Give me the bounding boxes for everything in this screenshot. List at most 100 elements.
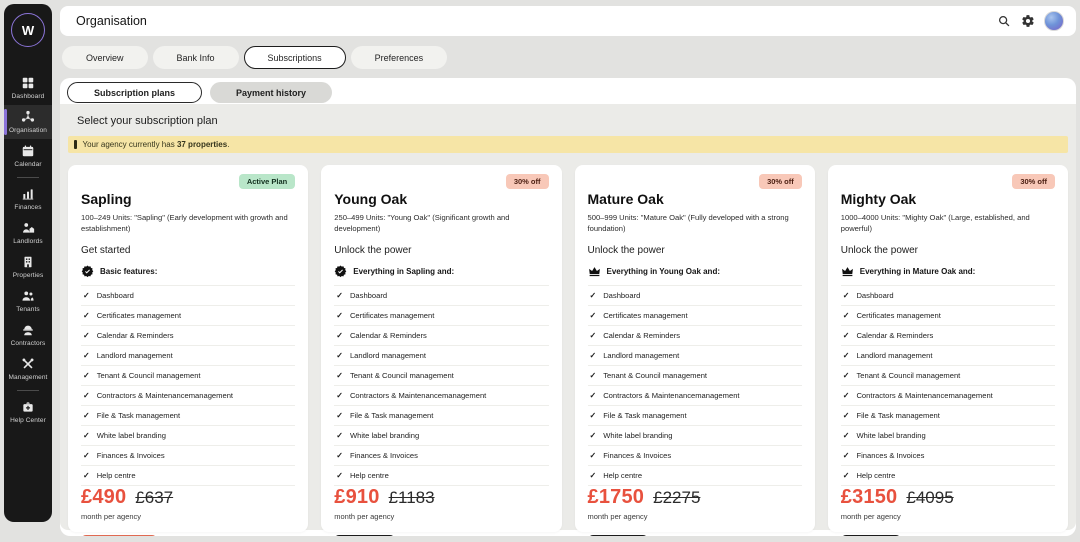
feature-item: ✓White label branding [81,425,295,445]
properties-icon [21,255,35,269]
check-icon: ✓ [83,291,90,300]
feature-label: Contractors & Maintenancemanagement [603,391,739,400]
sidebar-item-properties[interactable]: Properties [4,250,52,284]
check-icon: ✓ [590,391,597,400]
page-header: Organisation [60,6,1076,36]
app-logo[interactable]: W [11,13,45,47]
feature-item: ✓Dashboard [841,285,1055,305]
feature-item: ✓ White label branding [588,425,802,445]
sidebar-item-organisation[interactable]: Organisation [4,105,52,139]
feature-item: ✓Certificates management [81,305,295,325]
plan-description: 250–499 Units: "Young Oak" (Significant … [334,213,548,234]
feature-label: Help centre [97,471,136,480]
plan-price-period: month per agency [841,512,1055,521]
feature-label: Dashboard [603,291,640,300]
upgrade-button[interactable]: Upgrade [841,535,901,536]
check-icon: ✓ [843,311,850,320]
landlords-icon [21,221,35,235]
calendar-icon [21,144,35,158]
plan-price: £1750 [588,486,645,509]
sidebar-item-label: Management [9,374,48,381]
plan-tagline: Unlock the power [841,245,1055,256]
feature-item: ✓White label branding [334,425,548,445]
plan-tagline: Get started [81,245,295,256]
subtab-payment-history[interactable]: Payment history [210,82,332,103]
tab-bank-info[interactable]: Bank Info [153,46,239,69]
header-actions [996,11,1064,31]
sidebar-item-landlords[interactable]: Landlords [4,216,52,250]
sidebar-divider [17,177,39,178]
check-icon: ✓ [336,471,343,480]
check-icon: ✓ [336,451,343,460]
upgrade-button[interactable]: Upgrade [334,535,394,536]
help-center-icon [21,400,35,414]
sidebar-item-calendar[interactable]: Calendar [4,139,52,173]
subtab-subscription-plans[interactable]: Subscription plans [67,82,202,103]
properties-notice: Your agency currently has 37 properties. [68,136,1068,153]
plan-feature-list: ✓Dashboard✓Certificates management✓Calen… [334,285,548,486]
feature-label: Contractors & Maintenancemanagement [856,391,992,400]
tab-subscriptions[interactable]: Subscriptions [244,46,346,69]
feature-label: Tenant & Council management [603,371,707,380]
tab-overview[interactable]: Overview [62,46,148,69]
plan-feature-list: ✓Dashboard✓Certificates management✓Calen… [81,285,295,486]
page-title: Organisation [76,14,147,28]
plan-description: 1000–4000 Units: "Mighty Oak" (Large, es… [841,213,1055,234]
gear-icon[interactable] [1020,14,1035,29]
tab-preferences[interactable]: Preferences [351,46,448,69]
sidebar-item-tenants[interactable]: Tenants [4,284,52,318]
check-icon: ✓ [336,311,343,320]
check-icon: ✓ [843,431,850,440]
feature-item: ✓White label branding [841,425,1055,445]
feature-label: File & Task management [603,411,686,420]
sidebar-item-contractors[interactable]: Contractors [4,318,52,352]
check-icon: ✓ [83,431,90,440]
upgrade-button[interactable]: Upgrade [588,535,648,536]
cancel-plan-button[interactable]: Cancel plan [81,535,157,536]
check-icon: ✓ [843,371,850,380]
check-icon: ✓ [83,411,90,420]
feature-item: ✓Contractors & Maintenancemanagement [841,385,1055,405]
check-icon: ✓ [336,371,343,380]
feature-item: ✓Calendar & Reminders [81,325,295,345]
sidebar-divider [17,390,39,391]
plan-old-price: £4095 [906,488,953,508]
sidebar-item-help-center[interactable]: Help Center [4,395,52,429]
sidebar-item-label: Calendar [14,161,41,168]
search-icon[interactable] [996,14,1011,29]
crown-icon [841,265,854,278]
feature-item: ✓Finances & Invoices [841,445,1055,465]
discount-badge: 30% off [759,174,802,189]
feature-label: Help centre [603,471,642,480]
check-icon: ✓ [83,471,90,480]
plan-feature-header: Everything in Mature Oak and: [841,265,1055,278]
plan-old-price: £1183 [389,488,435,508]
feature-label: White label branding [603,431,672,440]
active-plan-badge: Active Plan [239,174,295,189]
sidebar-item-label: Properties [13,272,44,279]
check-icon: ✓ [843,351,850,360]
user-avatar[interactable] [1044,11,1064,31]
plan-tagline: Unlock the power [334,245,548,256]
plan-feature-header: Everything in Sapling and: [334,265,548,278]
sidebar-item-dashboard[interactable]: Dashboard [4,71,52,105]
feature-label: Calendar & Reminders [856,331,933,340]
plan-card-young-oak: 30% off Young Oak 250–499 Units: "Young … [321,165,561,532]
feature-item: ✓File & Task management [81,405,295,425]
check-icon: ✓ [590,331,597,340]
sidebar-item-management[interactable]: Management [4,352,52,386]
plan-card-mature-oak: 30% off Mature Oak 500–999 Units: "Matur… [575,165,815,532]
feature-item: ✓Dashboard [588,285,802,305]
feature-item: ✓Landlord management [588,345,802,365]
sidebar-item-label: Organisation [9,127,47,134]
seal-check-icon [81,265,94,278]
subtab-bar: Subscription plans Payment history [60,78,1076,104]
sidebar-item-finances[interactable]: Finances [4,182,52,216]
finances-icon [21,187,35,201]
contractors-icon [21,323,35,337]
sidebar-item-label: Landlords [13,238,42,245]
check-icon: ✓ [590,431,597,440]
check-icon: ✓ [843,471,850,480]
feature-label: Landlord management [350,351,426,360]
plan-feature-header: Everything in Young Oak and: [588,265,802,278]
